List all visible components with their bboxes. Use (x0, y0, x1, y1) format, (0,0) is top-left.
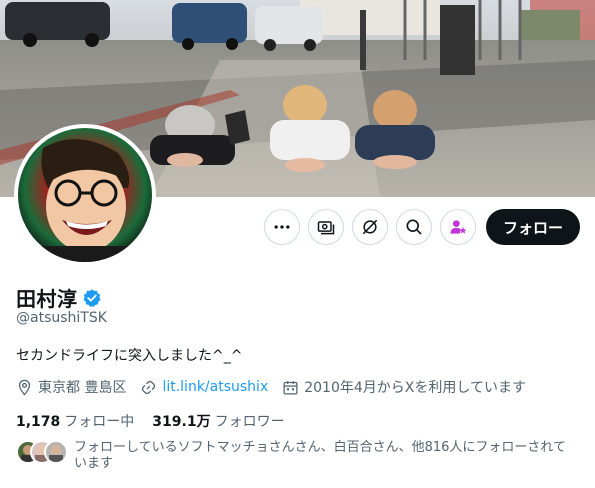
person-star-icon (450, 220, 467, 234)
profile-actions: フォロー (263, 209, 580, 245)
following-count: 1,178 (16, 414, 61, 430)
subscribe-button[interactable] (307, 209, 344, 245)
mutual-avatars (16, 440, 70, 464)
avatar-photo (18, 128, 152, 262)
profile-bio: セカンドライフに突入しました^_^ (16, 348, 243, 364)
website-link[interactable]: lit.link/atsushix (162, 379, 268, 395)
joined-text: 2010年4月からXを利用しています (304, 380, 526, 396)
search-button[interactable] (395, 209, 432, 245)
more-button[interactable] (263, 209, 300, 245)
following-stat[interactable]: 1,178 フォロー中 (16, 411, 134, 431)
mutual-avatar (44, 440, 68, 464)
location-item: 東京都 豊島区 (16, 377, 126, 397)
followers-count: 319.1万 (152, 414, 211, 430)
money-icon (317, 221, 335, 235)
grok-icon (362, 219, 378, 235)
user-handle: @atsushiTSK (16, 310, 107, 326)
followed-by-text: フォローしているソフトマッチョさんさん、白百合さん、他816人にフォローされてい… (74, 440, 567, 471)
calendar-icon (283, 380, 298, 395)
name-row: 田村淳 (16, 283, 102, 312)
search-icon (406, 219, 422, 235)
following-label: フォロー中 (64, 414, 135, 430)
joined-item: 2010年4月からXを利用しています (282, 377, 526, 397)
followers-stat[interactable]: 319.1万 フォロワー (152, 411, 284, 431)
display-name: 田村淳 (16, 287, 78, 311)
follow-stats: 1,178 フォロー中 319.1万 フォロワー (16, 411, 303, 431)
followers-you-know[interactable]: フォローしているソフトマッチョさんさん、白百合さん、他816人にフォローされてい… (16, 440, 574, 472)
website-item: lit.link/atsushix (140, 379, 268, 396)
location-icon (18, 379, 31, 396)
notify-button[interactable] (439, 209, 476, 245)
followers-label: フォロワー (214, 414, 285, 430)
link-icon (142, 380, 156, 394)
grok-button[interactable] (351, 209, 388, 245)
location-text: 東京都 豊島区 (38, 380, 127, 396)
profile-avatar[interactable] (14, 124, 156, 266)
ellipsis-icon (274, 225, 290, 229)
profile-meta: 東京都 豊島区 lit.link/atsushix 2010年4月からXを利用し… (16, 377, 540, 397)
verified-badge-icon[interactable] (82, 288, 102, 308)
follow-button[interactable]: フォロー (485, 209, 580, 245)
